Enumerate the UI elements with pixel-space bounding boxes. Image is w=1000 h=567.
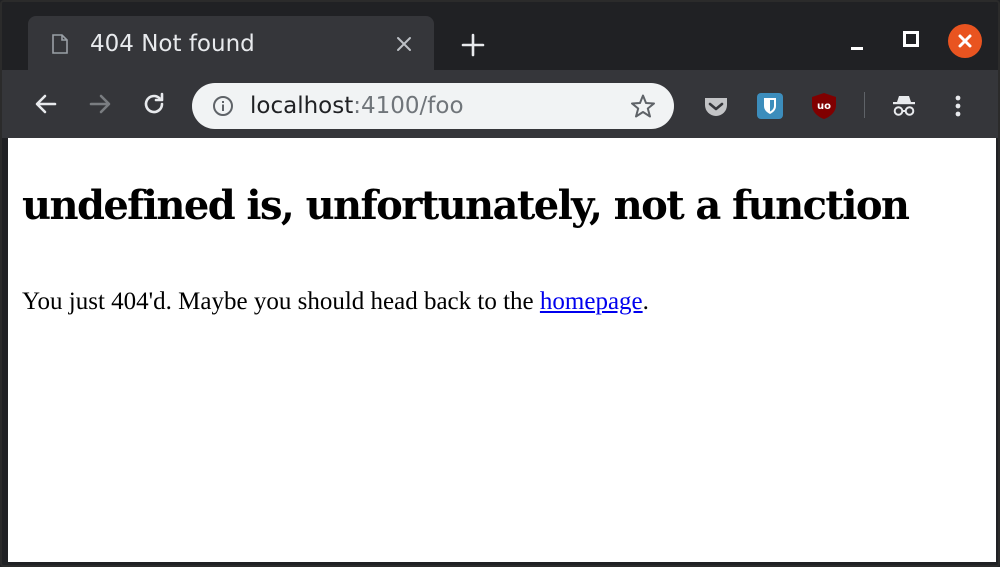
maximize-icon [903, 31, 919, 47]
minimize-button[interactable] [848, 36, 866, 52]
tab-active[interactable]: 404 Not found [28, 16, 434, 70]
ublock-icon: uo [812, 93, 836, 119]
browser-window: 404 Not found localhost:4100/foo uo unde… [0, 0, 1000, 567]
tab-title: 404 Not found [90, 31, 255, 57]
incognito-button[interactable] [890, 92, 918, 120]
file-icon [52, 34, 68, 54]
reload-button[interactable] [140, 90, 168, 118]
pocket-extension-button[interactable] [702, 92, 730, 120]
back-button[interactable] [32, 90, 60, 118]
back-arrow-icon [35, 94, 57, 114]
tab-strip: 404 Not found [2, 2, 998, 70]
ublock-extension-button[interactable]: uo [810, 92, 838, 120]
forward-button[interactable] [86, 90, 114, 118]
url-text[interactable]: localhost:4100/foo [250, 92, 464, 120]
bitwarden-extension-button[interactable] [756, 92, 784, 120]
minimize-icon [851, 47, 863, 50]
info-icon[interactable] [212, 95, 234, 117]
url-path: :4100/foo [353, 93, 464, 119]
incognito-icon [893, 96, 915, 116]
reload-icon [144, 92, 164, 114]
star-icon [631, 94, 655, 118]
menu-dots-icon [955, 95, 961, 117]
maximize-button[interactable] [902, 30, 920, 48]
url-host: localhost [250, 93, 354, 119]
address-bar[interactable]: localhost:4100/foo [192, 83, 674, 129]
window-close-button[interactable] [948, 24, 982, 58]
page-content: undefined is, unfortunately, not a funct… [8, 138, 996, 562]
message-end: . [642, 288, 649, 315]
new-tab-button[interactable] [460, 32, 486, 58]
message-text: You just 404'd. Maybe you should head ba… [22, 288, 540, 315]
tab-close-button[interactable] [394, 34, 414, 54]
close-icon [397, 37, 411, 51]
plus-icon [461, 33, 485, 57]
svg-text:uo: uo [817, 101, 831, 112]
close-icon [958, 34, 972, 48]
forward-arrow-icon [89, 94, 111, 114]
toolbar: localhost:4100/foo uo [2, 70, 998, 138]
page-heading: undefined is, unfortunately, not a funct… [22, 182, 910, 229]
bookmark-star-button[interactable] [630, 93, 656, 119]
menu-button[interactable] [944, 92, 972, 120]
homepage-link[interactable]: homepage [540, 288, 643, 315]
page-message: You just 404'd. Maybe you should head ba… [22, 288, 649, 316]
bitwarden-icon [757, 93, 783, 119]
pocket-icon [705, 98, 727, 116]
toolbar-divider [864, 92, 865, 118]
